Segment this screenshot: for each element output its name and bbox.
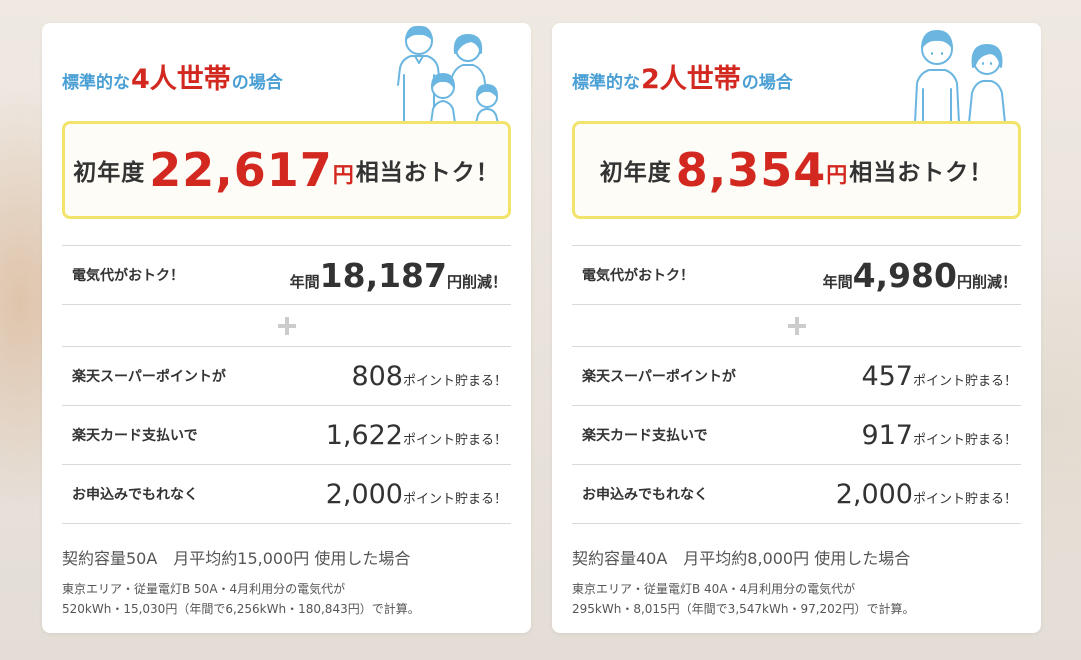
row-label: お申込みでもれなく <box>582 487 708 503</box>
usage-conditions: 契約容量40A 月平均約8,000円 使用した場合 <box>572 549 911 568</box>
first-year-savings-banner: 初年度 8,354 円 相当おトク！ <box>572 121 1021 219</box>
heading-prefix: 標準的な <box>62 73 130 93</box>
household-size: 4人世帯 <box>131 64 231 95</box>
row-value: 1,622ポイント貯まる！ <box>326 420 507 451</box>
couple-icon <box>914 30 1006 123</box>
row-label: 楽天スーパーポイントが <box>72 369 226 385</box>
value-suffix: ポイント貯まる！ <box>912 491 1017 507</box>
plus-icon <box>787 316 806 335</box>
value-amount: 917 <box>861 419 913 451</box>
yen-unit: 円 <box>826 163 848 187</box>
value-suffix: ポイント貯まる！ <box>912 432 1017 448</box>
plus-divider <box>572 305 1021 347</box>
plus-icon <box>277 316 296 335</box>
heading-prefix: 標準的な <box>572 73 640 93</box>
row-label: 楽天カード支払いで <box>582 428 708 444</box>
value-amount: 808 <box>351 360 403 392</box>
row-label: お申込みでもれなく <box>72 487 198 503</box>
banner-suffix: 相当おトク！ <box>849 160 994 186</box>
row-value: 年間4,980円削減！ <box>823 256 1017 295</box>
first-year-savings-amount: 8,354 <box>675 143 827 197</box>
points-row: お申込みでもれなく 2,000ポイント貯まる！ <box>62 465 511 524</box>
value-amount: 457 <box>861 360 913 392</box>
electricity-savings-row: 電気代がおトク！ 年間18,187円削減！ <box>62 246 511 305</box>
family-of-four-icon <box>397 25 499 123</box>
points-row: 楽天スーパーポイントが 808ポイント貯まる！ <box>62 347 511 406</box>
points-row: お申込みでもれなく 2,000ポイント貯まる！ <box>572 465 1021 524</box>
row-value: 2,000ポイント貯まる！ <box>836 479 1017 510</box>
card-heading: 標準的な4人世帯の場合 <box>62 57 283 96</box>
banner-suffix: 相当おトク！ <box>355 160 500 186</box>
row-value: 808ポイント貯まる！ <box>351 361 507 392</box>
value-amount: 2,000 <box>325 478 403 510</box>
points-row: 楽天カード支払いで 1,622ポイント貯まる！ <box>62 406 511 465</box>
savings-card-4-person: 標準的な4人世帯の場合 初年度 22,617 円 相当おトク！ 電気代がおトク！… <box>42 23 531 633</box>
value-prefix: 年間 <box>822 272 853 291</box>
note-line: 東京エリア・従量電灯B 40A・4月利用分の電気代が <box>572 582 856 596</box>
heading-suffix: の場合 <box>231 73 283 93</box>
note-line: 520kWh・15,030円（年間で6,256kWh・180,843円）で計算。 <box>62 602 420 616</box>
banner-prefix: 初年度 <box>599 160 672 186</box>
banner-prefix: 初年度 <box>73 160 146 186</box>
value-suffix: ポイント貯まる！ <box>402 373 507 389</box>
savings-breakdown-list: 電気代がおトク！ 年間18,187円削減！ 楽天スーパーポイントが 808ポイン… <box>62 245 511 524</box>
value-suffix: 円削減！ <box>956 272 1017 291</box>
row-label: 楽天カード支払いで <box>72 428 198 444</box>
value-amount: 1,622 <box>325 419 403 451</box>
first-year-savings-banner: 初年度 22,617 円 相当おトク！ <box>62 121 511 219</box>
value-suffix: ポイント貯まる！ <box>912 373 1017 389</box>
usage-conditions: 契約容量50A 月平均約15,000円 使用した場合 <box>62 549 411 568</box>
calculation-note: 東京エリア・従量電灯B 50A・4月利用分の電気代が 520kWh・15,030… <box>62 579 420 619</box>
row-value: 457ポイント貯まる！ <box>861 361 1017 392</box>
value-amount: 4,980 <box>852 255 957 295</box>
calculation-note: 東京エリア・従量電灯B 40A・4月利用分の電気代が 295kWh・8,015円… <box>572 579 914 619</box>
row-label: 電気代がおトク！ <box>72 268 184 284</box>
value-amount: 18,187 <box>319 255 447 295</box>
heading-suffix: の場合 <box>741 73 793 93</box>
value-suffix: ポイント貯まる！ <box>402 491 507 507</box>
row-value: 917ポイント貯まる！ <box>861 420 1017 451</box>
card-heading: 標準的な2人世帯の場合 <box>572 57 793 96</box>
row-value: 年間18,187円削減！ <box>290 256 507 295</box>
yen-unit: 円 <box>332 163 354 187</box>
value-suffix: 円削減！ <box>446 272 507 291</box>
row-label: 電気代がおトク！ <box>582 268 694 284</box>
savings-breakdown-list: 電気代がおトク！ 年間4,980円削減！ 楽天スーパーポイントが 457ポイント… <box>572 245 1021 524</box>
note-line: 295kWh・8,015円（年間で3,547kWh・97,202円）で計算。 <box>572 602 915 616</box>
note-line: 東京エリア・従量電灯B 50A・4月利用分の電気代が <box>62 582 346 596</box>
household-size: 2人世帯 <box>641 64 741 95</box>
value-amount: 2,000 <box>835 478 913 510</box>
first-year-savings-amount: 22,617 <box>149 143 333 197</box>
value-suffix: ポイント貯まる！ <box>402 432 507 448</box>
value-prefix: 年間 <box>289 272 320 291</box>
points-row: 楽天カード支払いで 917ポイント貯まる！ <box>572 406 1021 465</box>
row-value: 2,000ポイント貯まる！ <box>326 479 507 510</box>
electricity-savings-row: 電気代がおトク！ 年間4,980円削減！ <box>572 246 1021 305</box>
row-label: 楽天スーパーポイントが <box>582 369 736 385</box>
plus-divider <box>62 305 511 347</box>
savings-card-2-person: 標準的な2人世帯の場合 初年度 8,354 円 相当おトク！ 電気代がおトク！ … <box>552 23 1041 633</box>
points-row: 楽天スーパーポイントが 457ポイント貯まる！ <box>572 347 1021 406</box>
